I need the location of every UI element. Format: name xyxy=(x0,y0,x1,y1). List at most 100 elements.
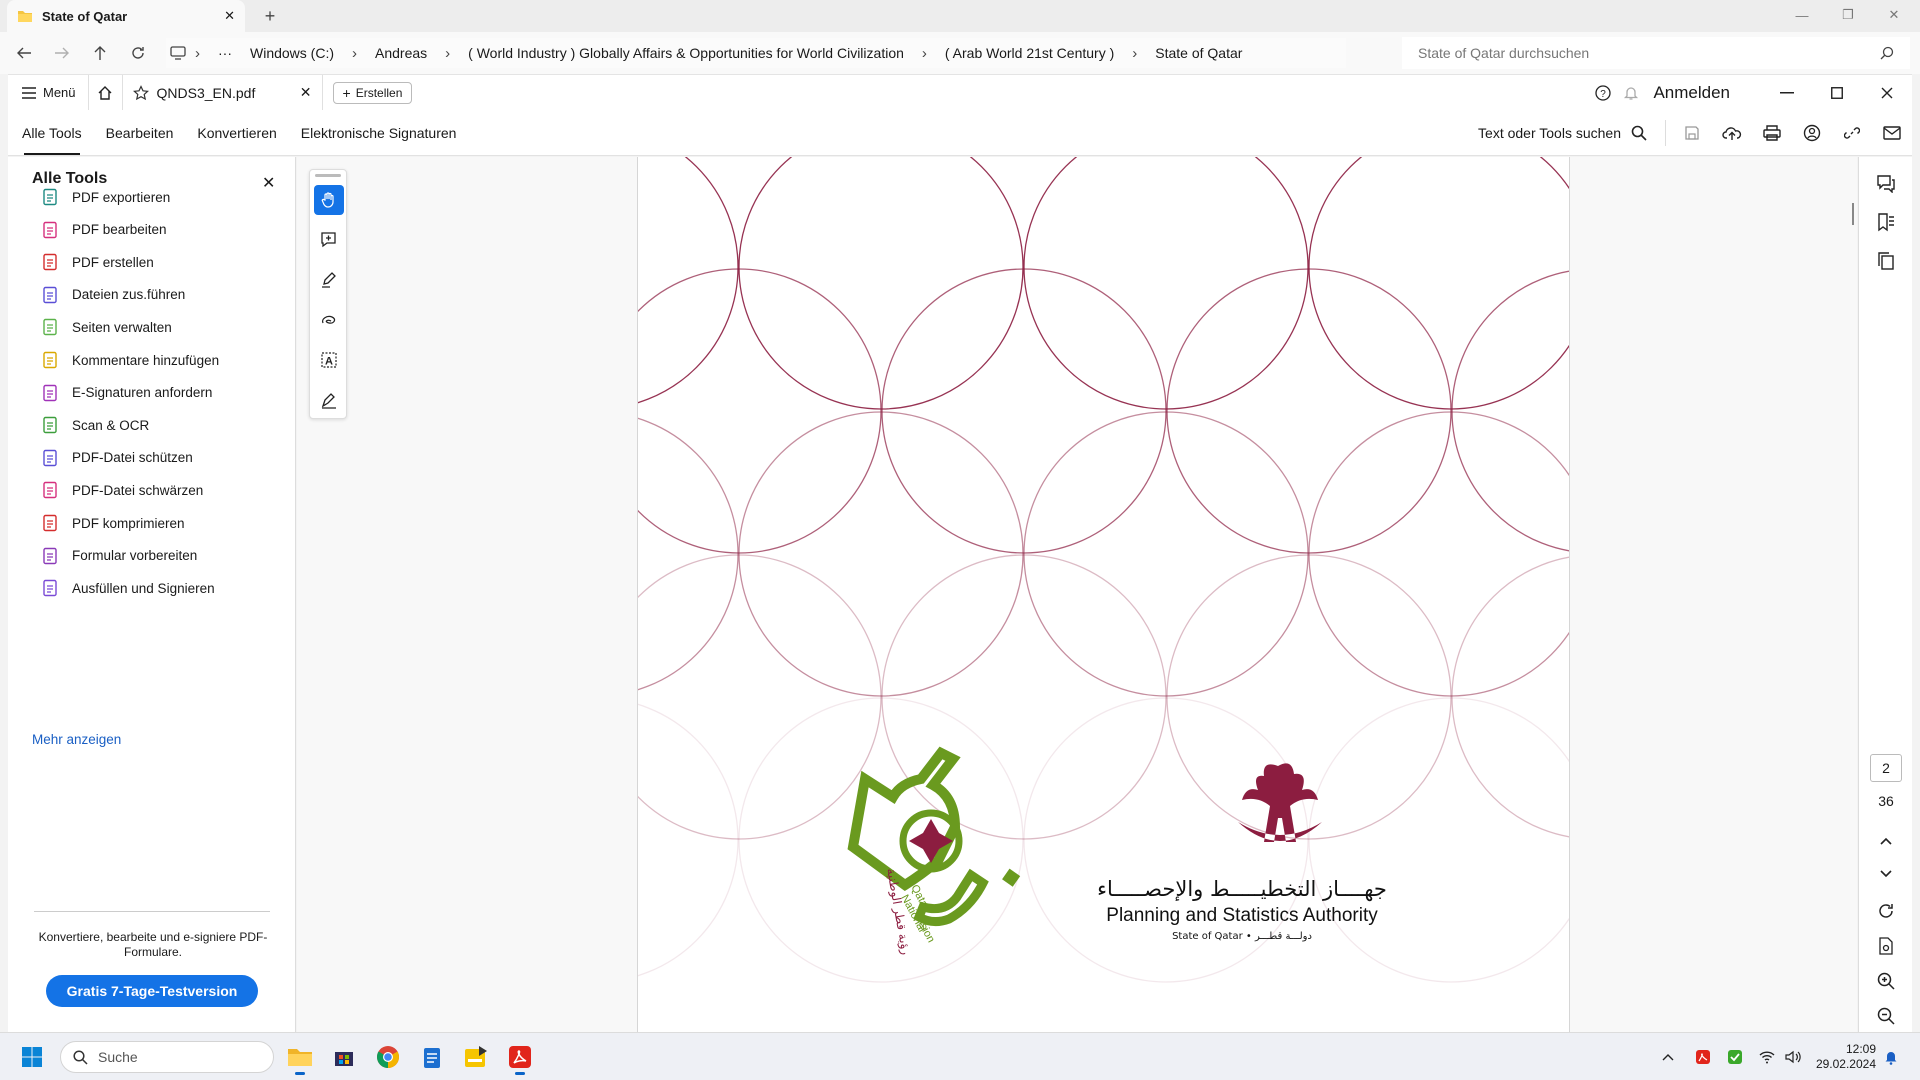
print-icon[interactable] xyxy=(1752,124,1792,141)
tool-item[interactable]: PDF-Datei schwärzen xyxy=(41,478,203,502)
taskbar-search[interactable]: Suche xyxy=(60,1041,274,1073)
file-explorer-icon[interactable] xyxy=(284,1041,316,1075)
tool-item[interactable]: PDF exportieren xyxy=(41,185,170,209)
security-tray-icon[interactable] xyxy=(1722,1041,1748,1073)
tool-item[interactable]: PDF erstellen xyxy=(41,250,154,274)
tool-item[interactable]: PDF bearbeiten xyxy=(41,218,167,242)
highlight-pen-icon[interactable] xyxy=(314,265,344,295)
minimize-window-button[interactable]: — xyxy=(1780,0,1824,30)
pattern-circle xyxy=(638,268,882,554)
tool-item[interactable]: PDF-Datei schützen xyxy=(41,446,193,470)
menu-label: Menü xyxy=(43,85,76,100)
acrobat-icon[interactable] xyxy=(504,1041,536,1075)
close-tab-icon[interactable]: ✕ xyxy=(224,8,235,24)
help-icon[interactable]: ? xyxy=(1595,84,1612,101)
breadcrumb-item[interactable]: Andreas xyxy=(366,45,436,61)
save-icon[interactable] xyxy=(1672,125,1712,141)
windows-taskbar: Suche 12:09 29.02.2024 xyxy=(0,1032,1920,1080)
tool-item[interactable]: E-Signaturen anfordern xyxy=(41,381,212,405)
tool-item[interactable]: PDF komprimieren xyxy=(41,511,185,535)
chevron-up-icon[interactable] xyxy=(1874,829,1898,853)
page-settings-icon[interactable] xyxy=(1874,934,1898,958)
maximize-app-button[interactable] xyxy=(1812,86,1862,99)
tool-item[interactable]: Scan & OCR xyxy=(41,413,149,437)
home-icon[interactable] xyxy=(89,75,123,110)
forward-arrow-icon[interactable] xyxy=(48,39,76,67)
pages-panel-icon[interactable] xyxy=(1874,249,1898,273)
chevron-down-icon[interactable] xyxy=(1874,862,1898,886)
hand-tool-icon[interactable] xyxy=(314,185,344,215)
back-arrow-icon[interactable] xyxy=(10,39,38,67)
sign-in-button[interactable]: Anmelden xyxy=(1653,83,1730,103)
qnv-emblem-dot xyxy=(1002,868,1021,887)
menu-button[interactable]: Menü xyxy=(8,75,89,110)
scrollbar-thumb[interactable] xyxy=(1852,203,1854,225)
windows-start-icon[interactable] xyxy=(16,1041,48,1073)
tool-item[interactable]: Formular vorbereiten xyxy=(41,544,197,568)
breadcrumb-item[interactable]: ( World Industry ) Globally Affairs & Op… xyxy=(459,45,913,61)
free-trial-button[interactable]: Gratis 7-Tage-Testversion xyxy=(46,975,258,1007)
new-tab-button[interactable]: + xyxy=(258,4,282,28)
notification-bell-icon[interactable] xyxy=(1878,1041,1904,1073)
tool-item[interactable]: Ausfüllen und Signieren xyxy=(41,576,215,600)
monitor-icon[interactable] xyxy=(170,46,186,60)
zoom-in-icon[interactable] xyxy=(1874,969,1898,993)
tool-icon xyxy=(43,579,57,597)
text-select-icon[interactable]: A xyxy=(314,345,344,375)
maximize-window-button[interactable]: ❐ xyxy=(1826,0,1870,30)
link-icon[interactable] xyxy=(1832,125,1872,141)
comments-panel-icon[interactable] xyxy=(1874,171,1898,195)
svg-text:A: A xyxy=(325,356,333,368)
breadcrumb-item[interactable]: Windows (C:) xyxy=(241,45,343,61)
close-app-button[interactable] xyxy=(1862,87,1912,99)
current-page-input[interactable]: 2 xyxy=(1870,754,1902,782)
draw-freehand-icon[interactable] xyxy=(314,305,344,335)
bell-icon[interactable] xyxy=(1623,85,1639,101)
tab-all-tools[interactable]: Alle Tools xyxy=(10,110,94,155)
explorer-search-input[interactable]: State of Qatar durchsuchen xyxy=(1402,37,1910,69)
email-icon[interactable] xyxy=(1872,125,1912,140)
chevron-right-icon: › xyxy=(352,44,358,62)
bookmarks-icon[interactable] xyxy=(1874,210,1898,234)
chevron-right-icon: › xyxy=(195,44,200,62)
chevron-up-icon[interactable] xyxy=(1658,1041,1678,1073)
zoom-out-icon[interactable] xyxy=(1874,1004,1898,1028)
close-window-button[interactable]: ✕ xyxy=(1872,0,1916,30)
star-icon[interactable] xyxy=(132,84,149,101)
close-panel-icon[interactable]: ✕ xyxy=(262,173,275,193)
show-more-link[interactable]: Mehr anzeigen xyxy=(32,732,121,747)
media-player-icon[interactable] xyxy=(460,1041,492,1073)
taskbar-clock[interactable]: 12:09 29.02.2024 xyxy=(1808,1042,1876,1072)
cloud-upload-icon[interactable] xyxy=(1712,125,1752,141)
circle-pattern xyxy=(638,157,1569,983)
store-icon[interactable] xyxy=(328,1041,360,1073)
acrobat-tray-icon[interactable] xyxy=(1690,1041,1716,1073)
breadcrumb-item[interactable]: State of Qatar xyxy=(1146,45,1251,61)
tools-search[interactable]: Text oder Tools suchen xyxy=(1478,119,1666,146)
refresh-icon[interactable] xyxy=(124,39,152,67)
psa-emblem xyxy=(1238,763,1322,842)
tool-item[interactable]: Dateien zus.führen xyxy=(41,283,185,307)
up-arrow-icon[interactable] xyxy=(86,39,114,67)
wifi-icon[interactable] xyxy=(1754,1041,1780,1073)
minimize-app-button[interactable] xyxy=(1762,91,1812,94)
tab-e-signatures[interactable]: Elektronische Signaturen xyxy=(289,110,469,155)
tool-item[interactable]: Kommentare hinzufügen xyxy=(41,348,219,372)
sign-icon[interactable] xyxy=(314,385,344,415)
rotate-icon[interactable] xyxy=(1874,899,1898,923)
create-button[interactable]: + Erstellen xyxy=(332,81,413,104)
tool-item[interactable]: Seiten verwalten xyxy=(41,315,172,339)
document-tab[interactable]: QNDS3_EN.pdf ✕ xyxy=(123,75,323,110)
breadcrumb-item[interactable]: ( Arab World 21st Century ) xyxy=(936,45,1123,61)
chrome-icon[interactable] xyxy=(372,1041,404,1073)
tab-edit[interactable]: Bearbeiten xyxy=(94,110,186,155)
notepad-icon[interactable] xyxy=(416,1041,448,1073)
explorer-tab[interactable]: State of Qatar ✕ xyxy=(7,0,245,32)
close-document-icon[interactable]: ✕ xyxy=(300,84,312,101)
volume-icon[interactable] xyxy=(1780,1041,1806,1073)
more-crumbs-icon[interactable]: ··· xyxy=(209,45,241,61)
add-comment-icon[interactable] xyxy=(314,225,344,255)
share-user-icon[interactable] xyxy=(1792,124,1832,142)
search-icon xyxy=(1631,125,1647,141)
tab-convert[interactable]: Konvertieren xyxy=(185,110,288,155)
